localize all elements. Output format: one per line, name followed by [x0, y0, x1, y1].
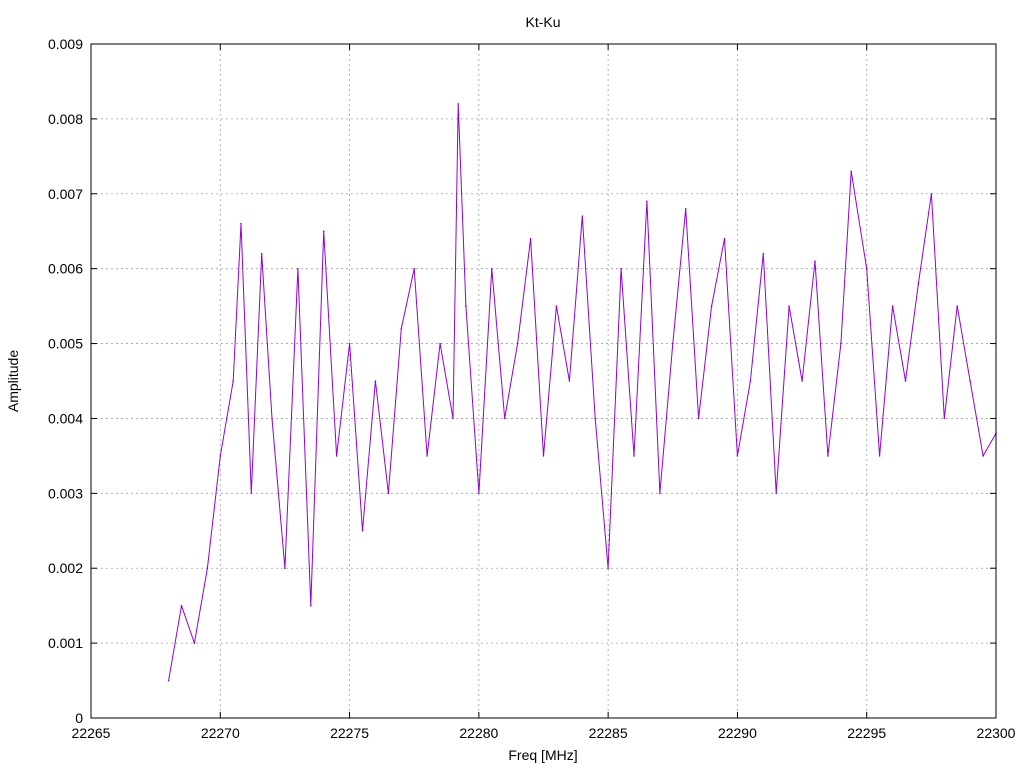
data-point: [452, 417, 454, 420]
y-tick-label: 0.008: [48, 111, 83, 127]
data-point: [697, 417, 700, 420]
x-tick-label: 22265: [72, 725, 111, 741]
data-point: [568, 380, 571, 382]
data-point: [322, 230, 325, 232]
data-point: [723, 237, 726, 240]
data-point: [594, 417, 596, 420]
data-point: [516, 342, 519, 345]
data-point: [361, 530, 364, 532]
data-point: [620, 267, 622, 270]
series-layer: [167, 103, 997, 682]
data-point: [850, 170, 852, 173]
y-tick-label: 0.001: [48, 635, 83, 651]
data-point: [335, 455, 338, 457]
data-point: [240, 222, 242, 225]
plot-frame: [90, 43, 997, 719]
data-point: [400, 327, 403, 330]
data-point: [840, 342, 842, 345]
data-point: [465, 305, 467, 307]
data-point: [865, 267, 868, 270]
y-tick-label: 0.007: [48, 186, 83, 202]
data-point: [439, 342, 441, 345]
data-point: [982, 455, 984, 457]
chart-title: Kt-Ku: [525, 14, 560, 30]
data-point: [180, 604, 183, 607]
data-point: [250, 492, 253, 495]
x-tick-label: 22300: [977, 725, 1016, 741]
data-point: [167, 679, 170, 682]
data-point: [284, 567, 286, 569]
data-point: [749, 380, 752, 382]
data-point: [775, 492, 777, 495]
data-point: [878, 455, 881, 457]
data-point: [633, 455, 635, 457]
x-tick-label: 22285: [589, 725, 628, 741]
data-point: [969, 380, 971, 382]
data-point: [478, 492, 480, 495]
data-point: [801, 380, 803, 382]
data-point: [426, 455, 428, 457]
data-point: [491, 267, 493, 270]
y-tick-label: 0.005: [48, 336, 83, 352]
data-point: [529, 237, 532, 240]
x-tick-label: 22275: [330, 725, 369, 741]
data-point: [904, 380, 907, 382]
data-point: [788, 305, 790, 307]
y-tick-label: 0.003: [48, 485, 83, 501]
data-point: [555, 305, 558, 307]
y-tick-label: 0: [75, 710, 83, 726]
x-tick-label: 22295: [847, 725, 886, 741]
data-point: [672, 342, 674, 345]
data-point: [206, 567, 209, 569]
tick-layer: 22265 22270 22275 22280 22285 22290 22295 22300…: [48, 36, 1016, 741]
data-point: [956, 305, 958, 307]
data-point: [271, 417, 273, 420]
data-point: [736, 455, 739, 457]
data-point: [684, 208, 687, 210]
y-tick-label: 0.004: [48, 410, 83, 426]
data-point: [387, 492, 390, 495]
data-point: [219, 455, 222, 457]
y-axis-title: Amplitude: [5, 350, 21, 412]
data-point: [943, 417, 946, 420]
y-tick-label: 0.009: [48, 36, 83, 52]
data-point: [607, 567, 609, 569]
data-point: [891, 305, 894, 307]
data-point: [297, 267, 299, 270]
data-point: [310, 604, 312, 607]
series-line: [168, 103, 997, 681]
data-point: [374, 380, 377, 382]
y-tick-label: 0.006: [48, 261, 83, 277]
chart: Kt-Ku 22265 22270 22275 22280 22285 22290 2229…: [5, 14, 1016, 763]
data-point: [260, 252, 263, 255]
data-point: [710, 305, 713, 307]
data-point: [814, 260, 816, 263]
data-point: [581, 215, 584, 217]
data-point: [917, 282, 920, 285]
data-point: [542, 455, 545, 457]
data-point: [503, 417, 506, 420]
data-point: [827, 455, 829, 457]
x-tick-label: 22270: [201, 725, 240, 741]
data-point: [457, 103, 460, 105]
data-point: [930, 193, 933, 195]
data-point: [762, 252, 765, 255]
grid-layer: [91, 44, 996, 718]
data-point: [193, 642, 196, 644]
data-point: [659, 492, 661, 495]
y-tick-label: 0.002: [48, 560, 83, 576]
data-point: [232, 380, 234, 382]
data-point: [348, 342, 351, 345]
data-point: [646, 200, 648, 203]
x-tick-label: 22280: [459, 725, 498, 741]
x-tick-label: 22290: [718, 725, 757, 741]
x-axis-title: Freq [MHz]: [508, 747, 577, 763]
data-point: [413, 267, 416, 270]
